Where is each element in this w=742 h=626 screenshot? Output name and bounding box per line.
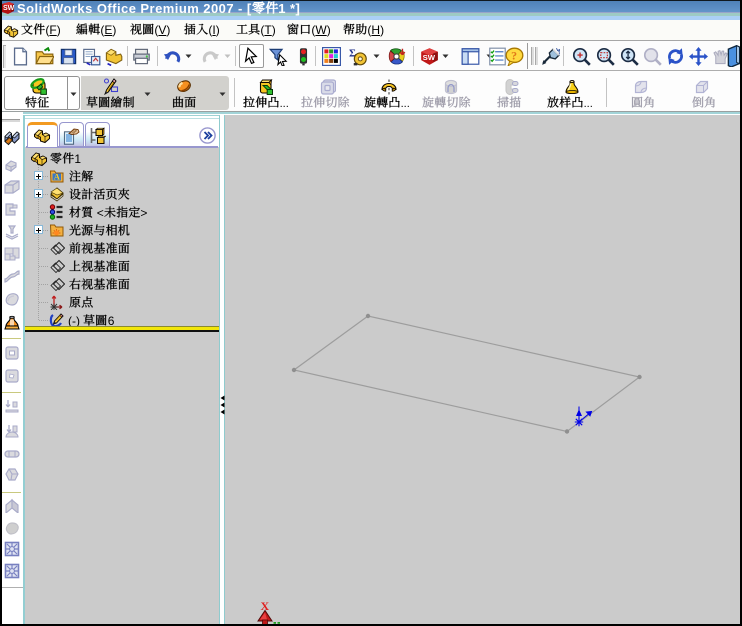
svg-text:SW: SW [3,5,15,12]
svg-text:A: A [54,171,61,181]
svg-text:SW: SW [422,53,435,62]
svg-text:?: ? [511,48,517,62]
